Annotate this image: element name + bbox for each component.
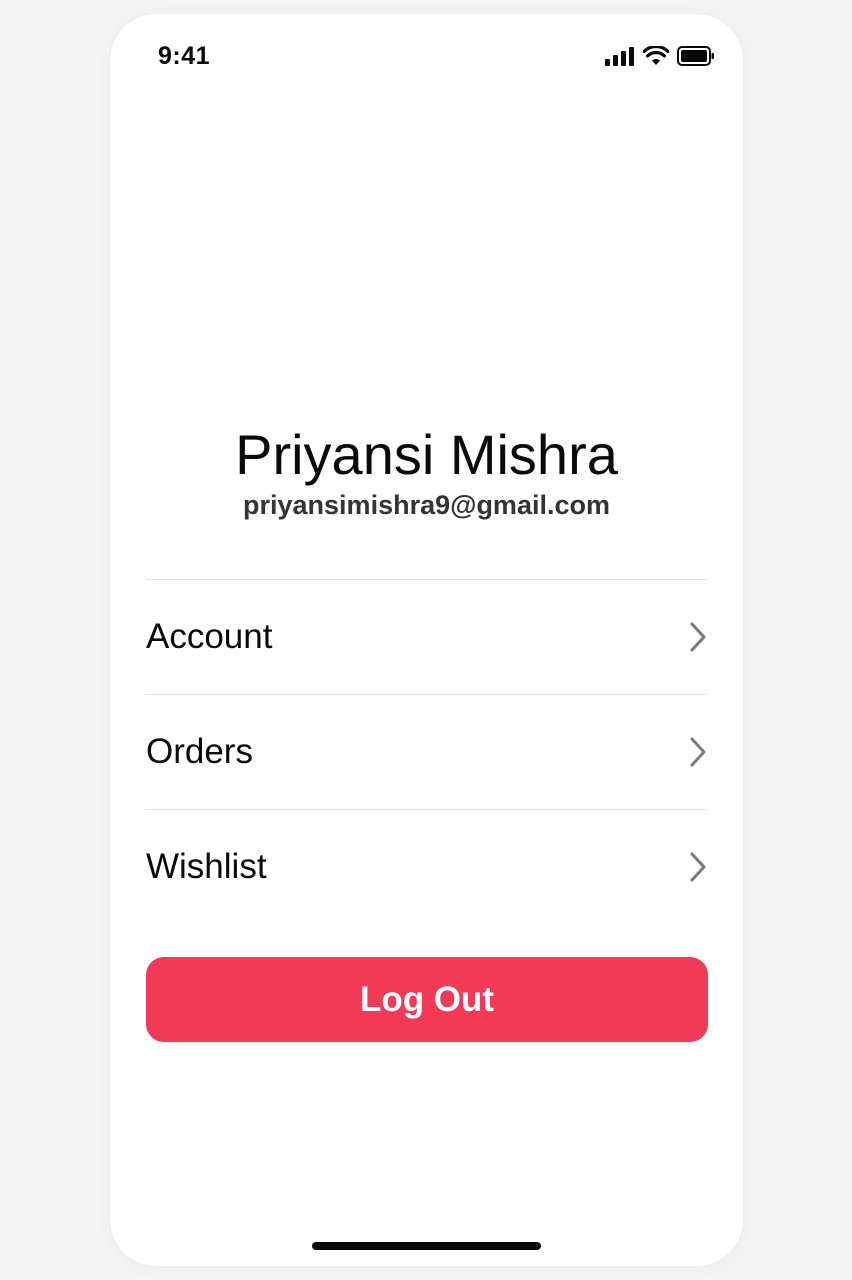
phone-screen: 9:41 Priyansi Mishra priyansimishra9@gma… [110, 14, 743, 1266]
menu-item-account[interactable]: Account [146, 580, 708, 694]
wifi-icon [642, 44, 670, 71]
battery-icon [677, 46, 715, 71]
menu-item-label: Wishlist [146, 847, 267, 886]
profile-email: priyansimishra9@gmail.com [243, 490, 610, 520]
status-icons [605, 44, 715, 71]
chevron-right-icon [688, 736, 708, 768]
logout-button[interactable]: Log Out [146, 957, 708, 1042]
menu-item-label: Orders [146, 732, 253, 771]
profile-name: Priyansi Mishra [235, 423, 618, 486]
profile-menu: Account Orders Wishlist [146, 579, 708, 924]
chevron-right-icon [688, 621, 708, 653]
signal-icon [605, 46, 635, 71]
status-bar: 9:41 [110, 14, 743, 94]
chevron-right-icon [688, 851, 708, 883]
status-time: 9:41 [158, 42, 211, 70]
menu-item-orders[interactable]: Orders [146, 695, 708, 809]
home-indicator[interactable] [312, 1242, 541, 1250]
menu-item-wishlist[interactable]: Wishlist [146, 810, 708, 924]
menu-item-label: Account [146, 617, 273, 656]
